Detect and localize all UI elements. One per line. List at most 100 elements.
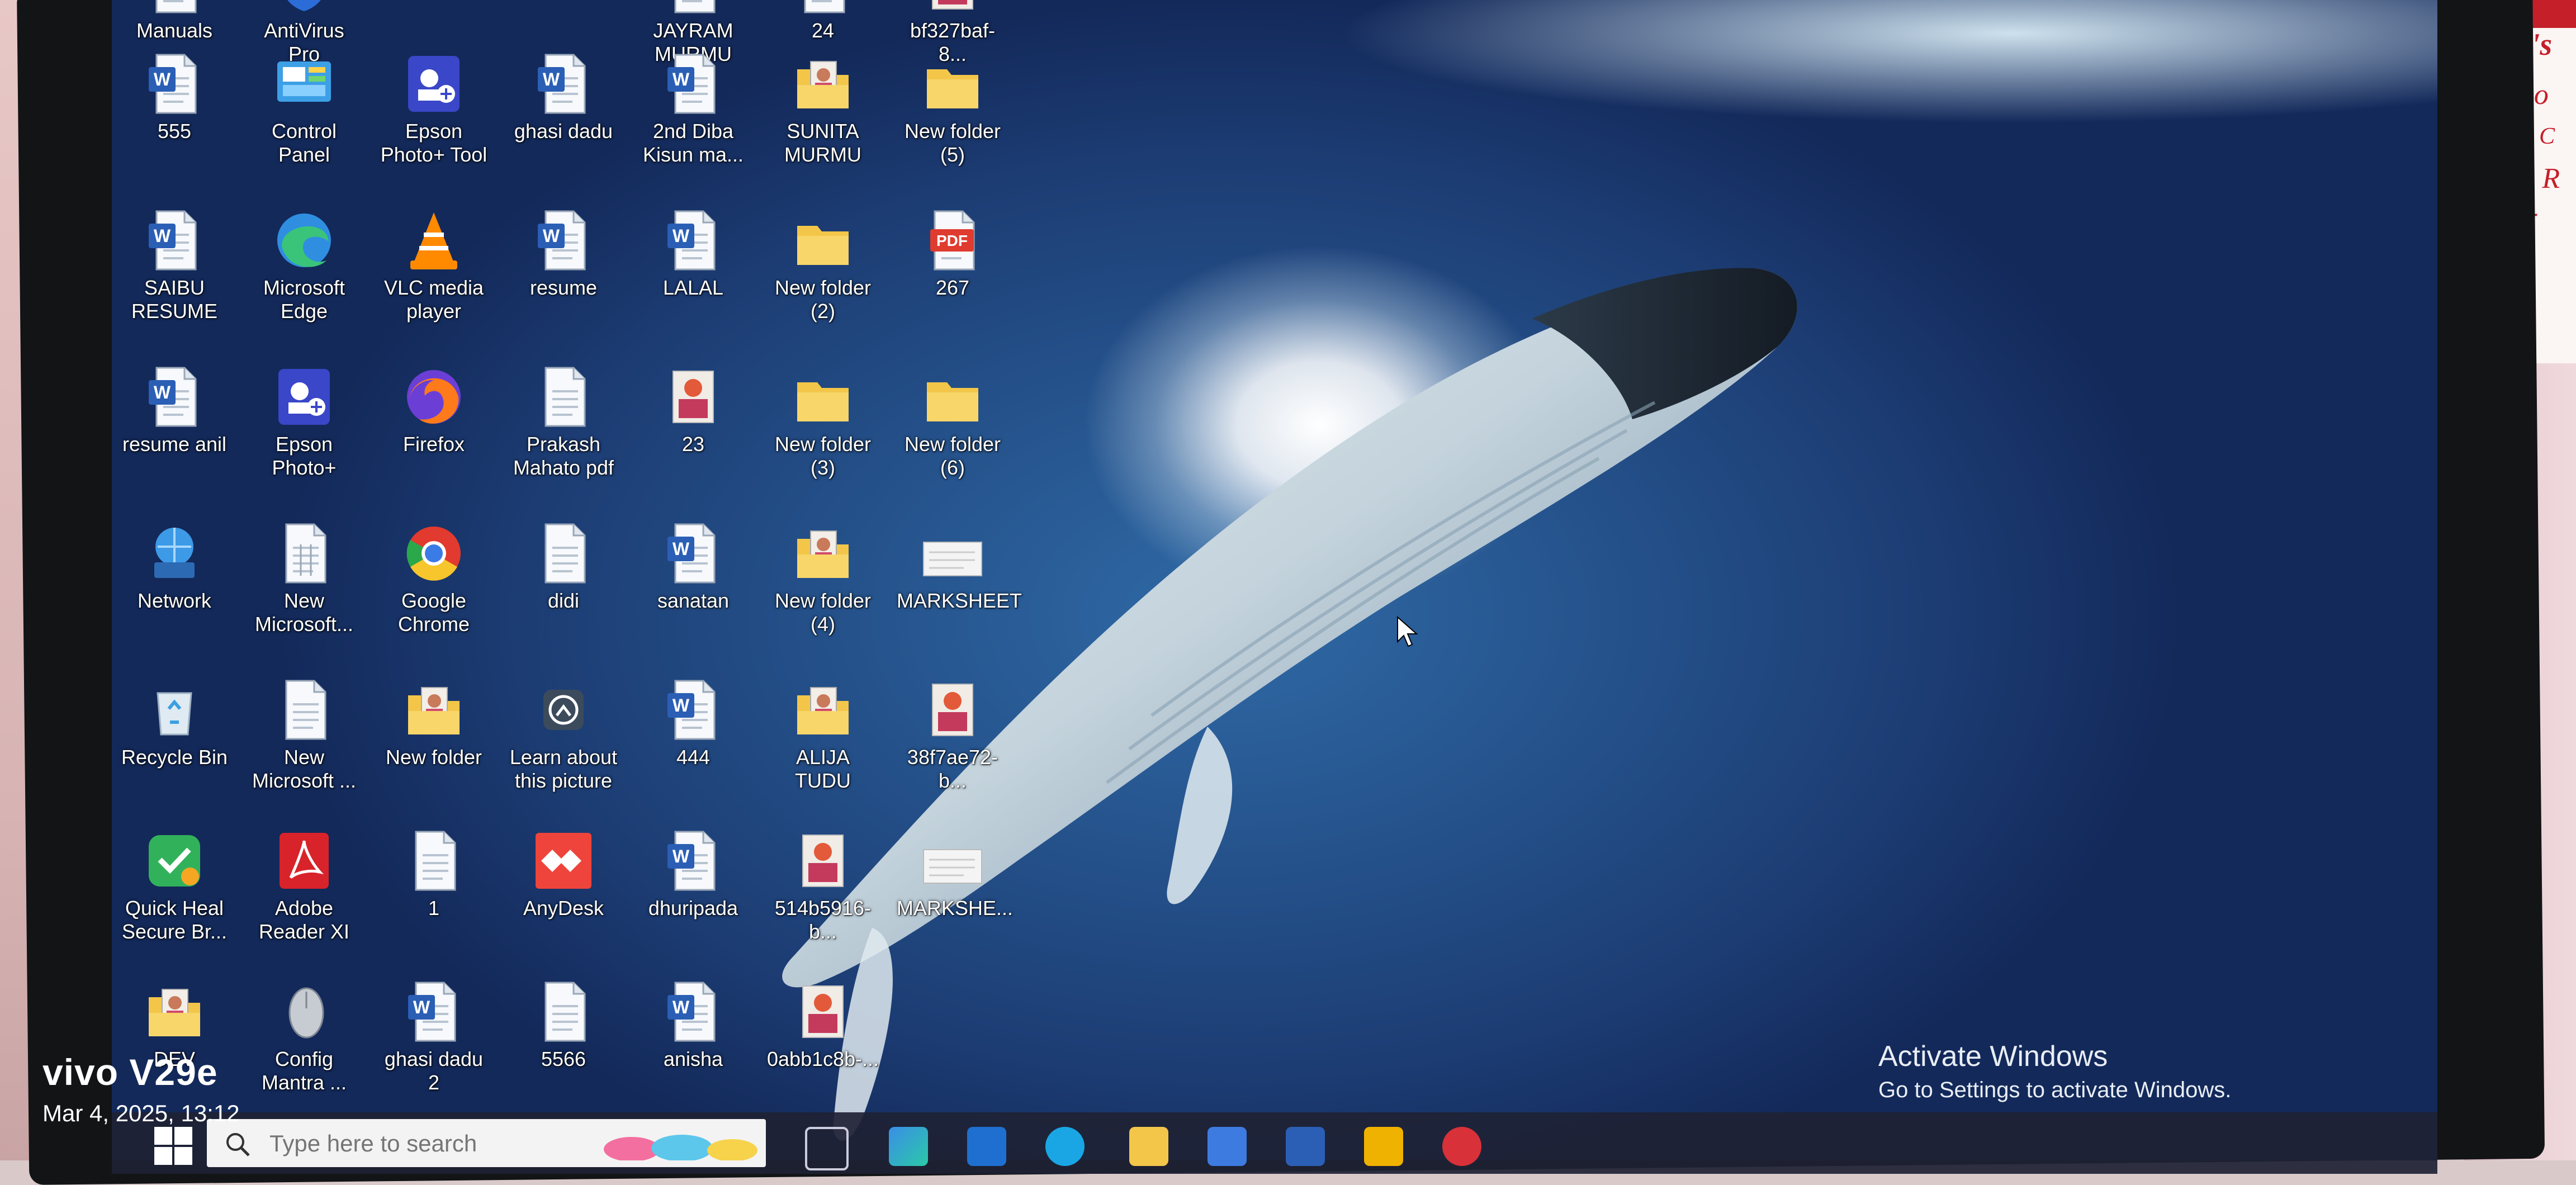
desktop-icon[interactable]: Firefox (378, 363, 490, 456)
desktop-icon[interactable]: MARKSHEET (897, 520, 1022, 613)
desktop-icon-label: anisha (663, 1047, 723, 1070)
desktop-icon-label: 267 (935, 276, 970, 299)
folder-photo-icon (797, 530, 849, 578)
desktop-icon-label: Manuals (136, 19, 213, 42)
word-icon: W (538, 210, 586, 271)
desktop-icon[interactable]: New folder (4) (767, 520, 879, 636)
desktop-screen: ManualsAntiVirus ProJAYRAM MURMU PDF24bf… (112, 0, 2437, 1160)
desktop-icon[interactable]: Adobe Reader XI (248, 827, 360, 944)
desktop-icon[interactable]: Manuals (119, 0, 230, 42)
desktop-icon[interactable]: 5566 (508, 978, 619, 1071)
desktop-icon[interactable]: Wresume (508, 207, 619, 300)
desktop-icon[interactable]: Wanisha (637, 978, 749, 1071)
desktop-icon[interactable]: Prakash Mahato pdf (508, 363, 619, 480)
search-icon (226, 1133, 250, 1156)
desktop-icon[interactable]: Config Mantra ... (248, 978, 360, 1094)
folder-photo-icon (408, 687, 460, 734)
desktop-icon[interactable]: Wsanatan (637, 520, 749, 613)
desktop-icon[interactable]: 1 (378, 827, 490, 920)
desktop-icon[interactable]: Wresume anil (119, 363, 230, 456)
desktop-icon[interactable]: 23 (637, 363, 749, 456)
desktop-icon-label: New folder (6) (904, 433, 1001, 479)
desktop-icon-label: 2nd Diba Kisun ma... (642, 120, 744, 166)
desktop-icon[interactable]: didi (508, 520, 619, 613)
desktop-icon[interactable]: W LALAL (637, 207, 749, 300)
desktop-icon[interactable]: Epson Photo+ Tool (378, 50, 490, 167)
epson-icon (408, 56, 460, 112)
photo-icon (673, 371, 714, 423)
desktop-icon-label: Google Chrome (397, 589, 470, 636)
desktop-icon-label: sanatan (657, 589, 730, 612)
anydesk-icon (536, 833, 591, 889)
taskbar (112, 1112, 2437, 1174)
svg-text:W: W (673, 226, 690, 246)
folder-icon (797, 226, 849, 265)
desktop-icon[interactable]: Wghasi dadu 2 (378, 978, 490, 1094)
svg-text:W: W (673, 539, 690, 559)
desktop-icon[interactable]: Wdhuripada (637, 827, 749, 920)
desktop-icon[interactable]: SUNITA MURMU (767, 50, 879, 167)
desktop-icon-label: New folder (5) (904, 120, 1001, 166)
desktop-icon[interactable]: Recycle Bin (119, 676, 230, 769)
desktop-icon[interactable]: W 2nd Diba Kisun ma... (637, 50, 749, 167)
desktop-icon-label: AnyDesk (523, 897, 604, 919)
desktop-icon-label: Control Panel (271, 120, 337, 166)
desktop-icon[interactable]: Microsoft Edge (248, 207, 360, 323)
desktop-icon[interactable]: MARKSHE... (897, 827, 1013, 920)
search-input[interactable] (268, 1129, 606, 1158)
desktop-icon[interactable]: New Microsoft... (248, 520, 360, 636)
photo-icon (932, 684, 973, 736)
word-icon: W (149, 54, 197, 114)
desktop-icon[interactable]: New folder (2) (767, 207, 879, 323)
word-icon: W (667, 831, 716, 891)
desktop-icon[interactable]: PDF 267 (897, 207, 1008, 300)
desktop-icon[interactable]: AnyDesk (508, 827, 619, 920)
task-view-icon[interactable] (805, 1127, 849, 1170)
svg-text:W: W (673, 846, 690, 866)
desktop-icon[interactable]: 514b5916-b... (767, 827, 879, 944)
desktop-icon-label: 555 (157, 120, 192, 143)
desktop-icon[interactable]: Epson Photo+ (248, 363, 360, 480)
desktop-icon[interactable]: W 555 (119, 50, 230, 143)
desktop-icon[interactable]: ALIJA TUDU (767, 676, 879, 793)
desktop-icon[interactable]: 38f7ae72-b... (897, 676, 1008, 793)
desktop-icon[interactable]: New folder (378, 676, 490, 769)
windows-start-icon[interactable] (151, 1124, 196, 1168)
pdf-icon: PDF (930, 210, 975, 271)
desktop-icon-label: 0abb1c8b-... (767, 1047, 879, 1070)
desktop-icon[interactable]: Google Chrome (378, 520, 490, 636)
desktop-icon-label: New folder (385, 746, 482, 769)
desktop-icon[interactable]: W SAIBU RESUME (119, 207, 230, 323)
word-icon: W (667, 680, 716, 740)
word-icon: W (538, 54, 586, 114)
learn-icon (543, 690, 584, 730)
desktop-icon[interactable]: VLC media player (378, 207, 490, 323)
svg-text:W: W (413, 997, 430, 1017)
desktop-icon[interactable]: 24 (767, 0, 879, 42)
svg-text:W: W (154, 382, 171, 402)
desktop-icon[interactable]: New folder (5) (897, 50, 1008, 167)
doc-icon (544, 367, 586, 427)
svg-text:W: W (673, 695, 690, 715)
desktop-icon[interactable]: Network (119, 520, 230, 613)
svg-text:W: W (673, 69, 690, 89)
desktop-icon[interactable]: Learn about this picture (508, 676, 619, 793)
desktop-icon-label: Epson Photo+ (272, 433, 337, 479)
desktop-icon[interactable]: W 444 (637, 676, 749, 769)
taskbar-search-box[interactable] (207, 1119, 766, 1167)
desktop-icon[interactable]: Quick Heal Secure Br... (119, 827, 230, 944)
desktop-icon-label: New folder (3) (774, 433, 872, 479)
doc-icon (544, 982, 586, 1042)
search-highlight-icon (604, 1135, 757, 1160)
adobe-icon (280, 833, 329, 889)
desktop-icon[interactable]: New folder (3) (767, 363, 879, 480)
desktop-icon[interactable]: Control Panel (248, 50, 360, 167)
mouse-cursor-icon (1397, 616, 1418, 647)
desktop-icon[interactable]: Wghasi dadu (508, 50, 619, 143)
desktop-icon[interactable]: New Microsoft ... (248, 676, 360, 793)
doc-icon (674, 0, 716, 13)
desktop-icon-label: 23 (681, 433, 705, 456)
desktop-icon[interactable]: New folder (6) (897, 363, 1008, 480)
chrome-icon (406, 527, 461, 581)
desktop-icon[interactable]: 0abb1c8b-... (767, 978, 879, 1071)
